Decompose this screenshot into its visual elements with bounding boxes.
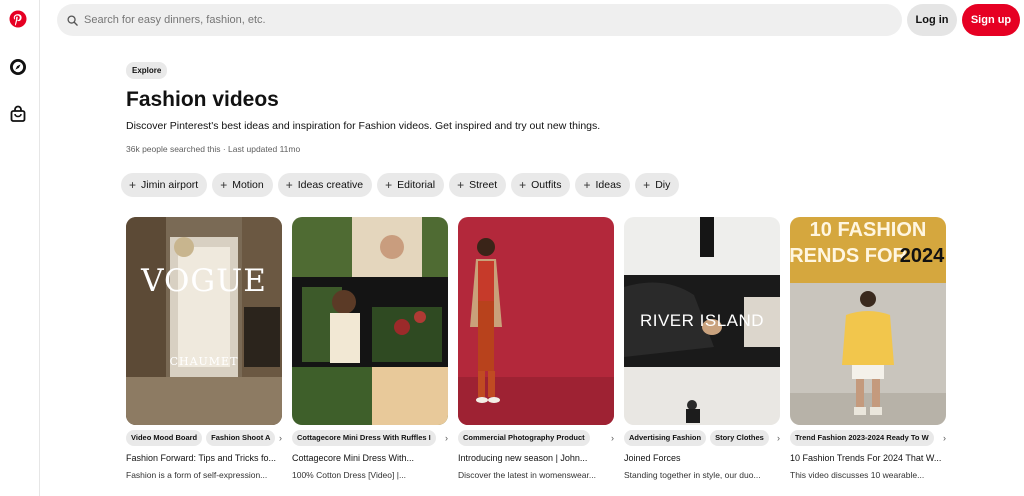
chip-label: Jimin airport <box>141 179 199 191</box>
pin-description: Standing together in style, our duo... <box>624 470 761 480</box>
sidebar <box>0 0 40 496</box>
pin-tags: Cottagecore Mini Dress With Ruffles I › <box>292 430 448 446</box>
pin-tag[interactable]: Video Mood Board <box>126 430 203 446</box>
pin-tags: Commercial Photography Product › <box>458 430 614 446</box>
pin-title[interactable]: Joined Forces <box>624 453 780 463</box>
plus-icon: + <box>129 178 137 192</box>
pin-title[interactable]: Cottagecore Mini Dress With... <box>292 453 448 463</box>
related-search-chips: + Jimin airport + Motion + Ideas creative +… <box>121 173 680 197</box>
pin-tags: Video Mood Board Fashion Shoot A › <box>126 430 282 446</box>
pin-image[interactable] <box>458 217 614 425</box>
pin-tags: Advertising Fashion Story Clothes › <box>624 430 780 446</box>
page-description: Discover Pinterest's best ideas and insp… <box>126 120 601 132</box>
login-button[interactable]: Log in <box>907 4 957 36</box>
plus-icon: + <box>285 178 293 192</box>
pin-title[interactable]: Fashion Forward: Tips and Tricks fo... <box>126 453 282 463</box>
chevron-right-icon[interactable]: › <box>609 430 614 446</box>
pin-card[interactable]: 10 FASHION TRENDS FOR 2024 Trend Fashion… <box>790 217 946 480</box>
header: Log in Sign up <box>40 0 1024 40</box>
chip-label: Outfits <box>531 179 562 191</box>
chip-editorial[interactable]: + Editorial <box>377 173 445 197</box>
chip-label: Diy <box>655 179 671 191</box>
pin-image[interactable]: VOGUE CHAUMET <box>126 217 282 425</box>
chevron-right-icon[interactable]: › <box>941 430 946 446</box>
chip-motion[interactable]: + Motion <box>212 173 273 197</box>
pin-image-art <box>458 217 614 425</box>
pin-image[interactable]: 10 FASHION TRENDS FOR 2024 <box>790 217 946 425</box>
search-meta: 36k people searched this · Last updated … <box>126 144 301 154</box>
pin-image-text: CHAUMET <box>169 355 239 368</box>
pin-image-text: RIVER ISLAND <box>639 311 765 330</box>
pin-title[interactable]: Introducing new season | John... <box>458 453 614 463</box>
pin-image-text: VOGUE <box>141 263 267 299</box>
shopping-bag-icon[interactable] <box>8 104 28 124</box>
search-icon <box>67 14 78 26</box>
pin-card[interactable]: Commercial Photography Product › Introdu… <box>458 217 614 480</box>
chip-ideas-creative[interactable]: + Ideas creative <box>277 173 373 197</box>
pin-image-art <box>126 217 282 425</box>
pin-tags: Trend Fashion 2023-2024 Ready To W › <box>790 430 946 446</box>
pin-tag[interactable]: Trend Fashion 2023-2024 Ready To W <box>790 430 934 446</box>
pin-tag[interactable]: Fashion Shoot A <box>206 430 276 446</box>
plus-icon: + <box>457 178 465 192</box>
chip-diy[interactable]: + Diy <box>635 173 680 197</box>
chevron-right-icon[interactable]: › <box>443 430 448 446</box>
pin-image-art <box>292 217 448 425</box>
page-title: Fashion videos <box>126 88 279 111</box>
chip-label: Editorial <box>397 179 436 191</box>
pin-card[interactable]: RIVER ISLAND Advertising Fashion Story C… <box>624 217 780 480</box>
plus-icon: + <box>220 178 228 192</box>
pin-description: This video discusses 10 wearable... <box>790 470 925 480</box>
search-bar[interactable] <box>57 4 902 36</box>
pin-description: Fashion is a form of self-expression... <box>126 470 268 480</box>
chip-jimin-airport[interactable]: + Jimin airport <box>121 173 208 197</box>
pin-description: Discover the latest in womenswear... <box>458 470 596 480</box>
pin-card[interactable]: Cottagecore Mini Dress With Ruffles I › … <box>292 217 448 480</box>
chip-label: Ideas <box>595 179 622 191</box>
explore-badge[interactable]: Explore <box>126 62 168 79</box>
search-input[interactable] <box>84 14 884 26</box>
plus-icon: + <box>583 178 591 192</box>
signup-button[interactable]: Sign up <box>962 4 1020 36</box>
chip-label: Motion <box>232 179 264 191</box>
chip-street[interactable]: + Street <box>449 173 507 197</box>
compass-icon[interactable] <box>8 57 28 77</box>
chevron-right-icon[interactable]: › <box>277 430 282 446</box>
plus-icon: + <box>643 178 651 192</box>
pin-title[interactable]: 10 Fashion Trends For 2024 That W... <box>790 453 946 463</box>
pin-tag[interactable]: Advertising Fashion <box>624 430 707 446</box>
chevron-right-icon[interactable]: › <box>775 430 780 446</box>
pin-tag[interactable]: Commercial Photography Product <box>458 430 590 446</box>
chip-outfits[interactable]: + Outfits <box>511 173 571 197</box>
chip-label: Street <box>469 179 498 191</box>
plus-icon: + <box>519 178 527 192</box>
pin-image-text: 10 FASHION <box>809 219 927 241</box>
pin-tag[interactable]: Story Clothes <box>710 430 769 446</box>
plus-icon: + <box>385 178 393 192</box>
pin-image-text: 2024 <box>899 245 945 267</box>
pin-image[interactable]: RIVER ISLAND <box>624 217 780 425</box>
pin-tag[interactable]: Cottagecore Mini Dress With Ruffles I <box>292 430 436 446</box>
chip-ideas[interactable]: + Ideas <box>575 173 631 197</box>
chip-label: Ideas creative <box>297 179 364 191</box>
pin-description: 100% Cotton Dress [Video] |... <box>292 470 407 480</box>
pin-card[interactable]: VOGUE CHAUMET Video Mood Board Fashion S… <box>126 217 282 480</box>
pin-image[interactable] <box>292 217 448 425</box>
pinterest-logo-icon[interactable] <box>8 9 28 29</box>
